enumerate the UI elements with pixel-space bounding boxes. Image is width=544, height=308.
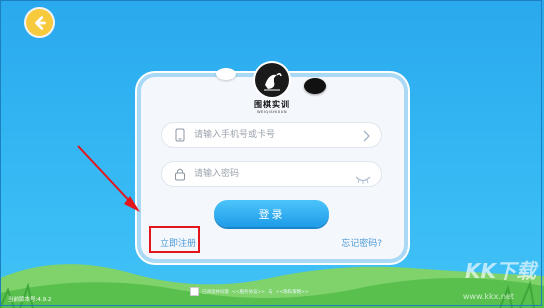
white-go-stone-decoration bbox=[216, 68, 236, 80]
phone-input[interactable] bbox=[192, 129, 356, 141]
agreement-prefix: 已阅读并同意 bbox=[202, 289, 229, 295]
crane-logo-icon bbox=[264, 72, 282, 91]
brand-name: 围棋实训 bbox=[254, 99, 290, 109]
phone-field[interactable] bbox=[161, 122, 382, 148]
watermark-logo: KK下载 bbox=[465, 259, 536, 283]
service-agreement-link[interactable]: <<服务协议>> bbox=[232, 289, 265, 295]
eye-closed-icon[interactable] bbox=[355, 170, 371, 189]
register-highlight-box bbox=[149, 226, 200, 253]
login-button[interactable]: 登录 bbox=[214, 200, 329, 227]
agreement-connector: 与 bbox=[268, 289, 273, 295]
black-go-stone-decoration bbox=[304, 78, 326, 94]
app-logo bbox=[255, 63, 289, 97]
password-input[interactable] bbox=[192, 168, 356, 180]
back-button[interactable] bbox=[26, 9, 53, 36]
password-field[interactable] bbox=[161, 161, 382, 187]
lock-icon bbox=[168, 167, 192, 181]
agreement-row: 已阅读并同意 <<服务协议>> 与 <<隐私策略>> bbox=[190, 287, 309, 296]
forgot-password-link[interactable]: 忘记密码? bbox=[341, 236, 382, 249]
version-label: 当前版本号:4.9.2 bbox=[8, 297, 52, 303]
privacy-policy-link[interactable]: <<隐私策略>> bbox=[276, 289, 309, 295]
red-pointer-arrow bbox=[77, 145, 140, 212]
phone-icon bbox=[168, 128, 192, 142]
chevron-right-icon[interactable] bbox=[361, 128, 371, 147]
watermark-url: www.kkx.net bbox=[462, 292, 514, 301]
back-arrow-icon bbox=[34, 15, 46, 30]
agreement-checkbox[interactable] bbox=[190, 287, 199, 296]
brand-subtitle: WEIQISHIXUN bbox=[256, 110, 288, 114]
